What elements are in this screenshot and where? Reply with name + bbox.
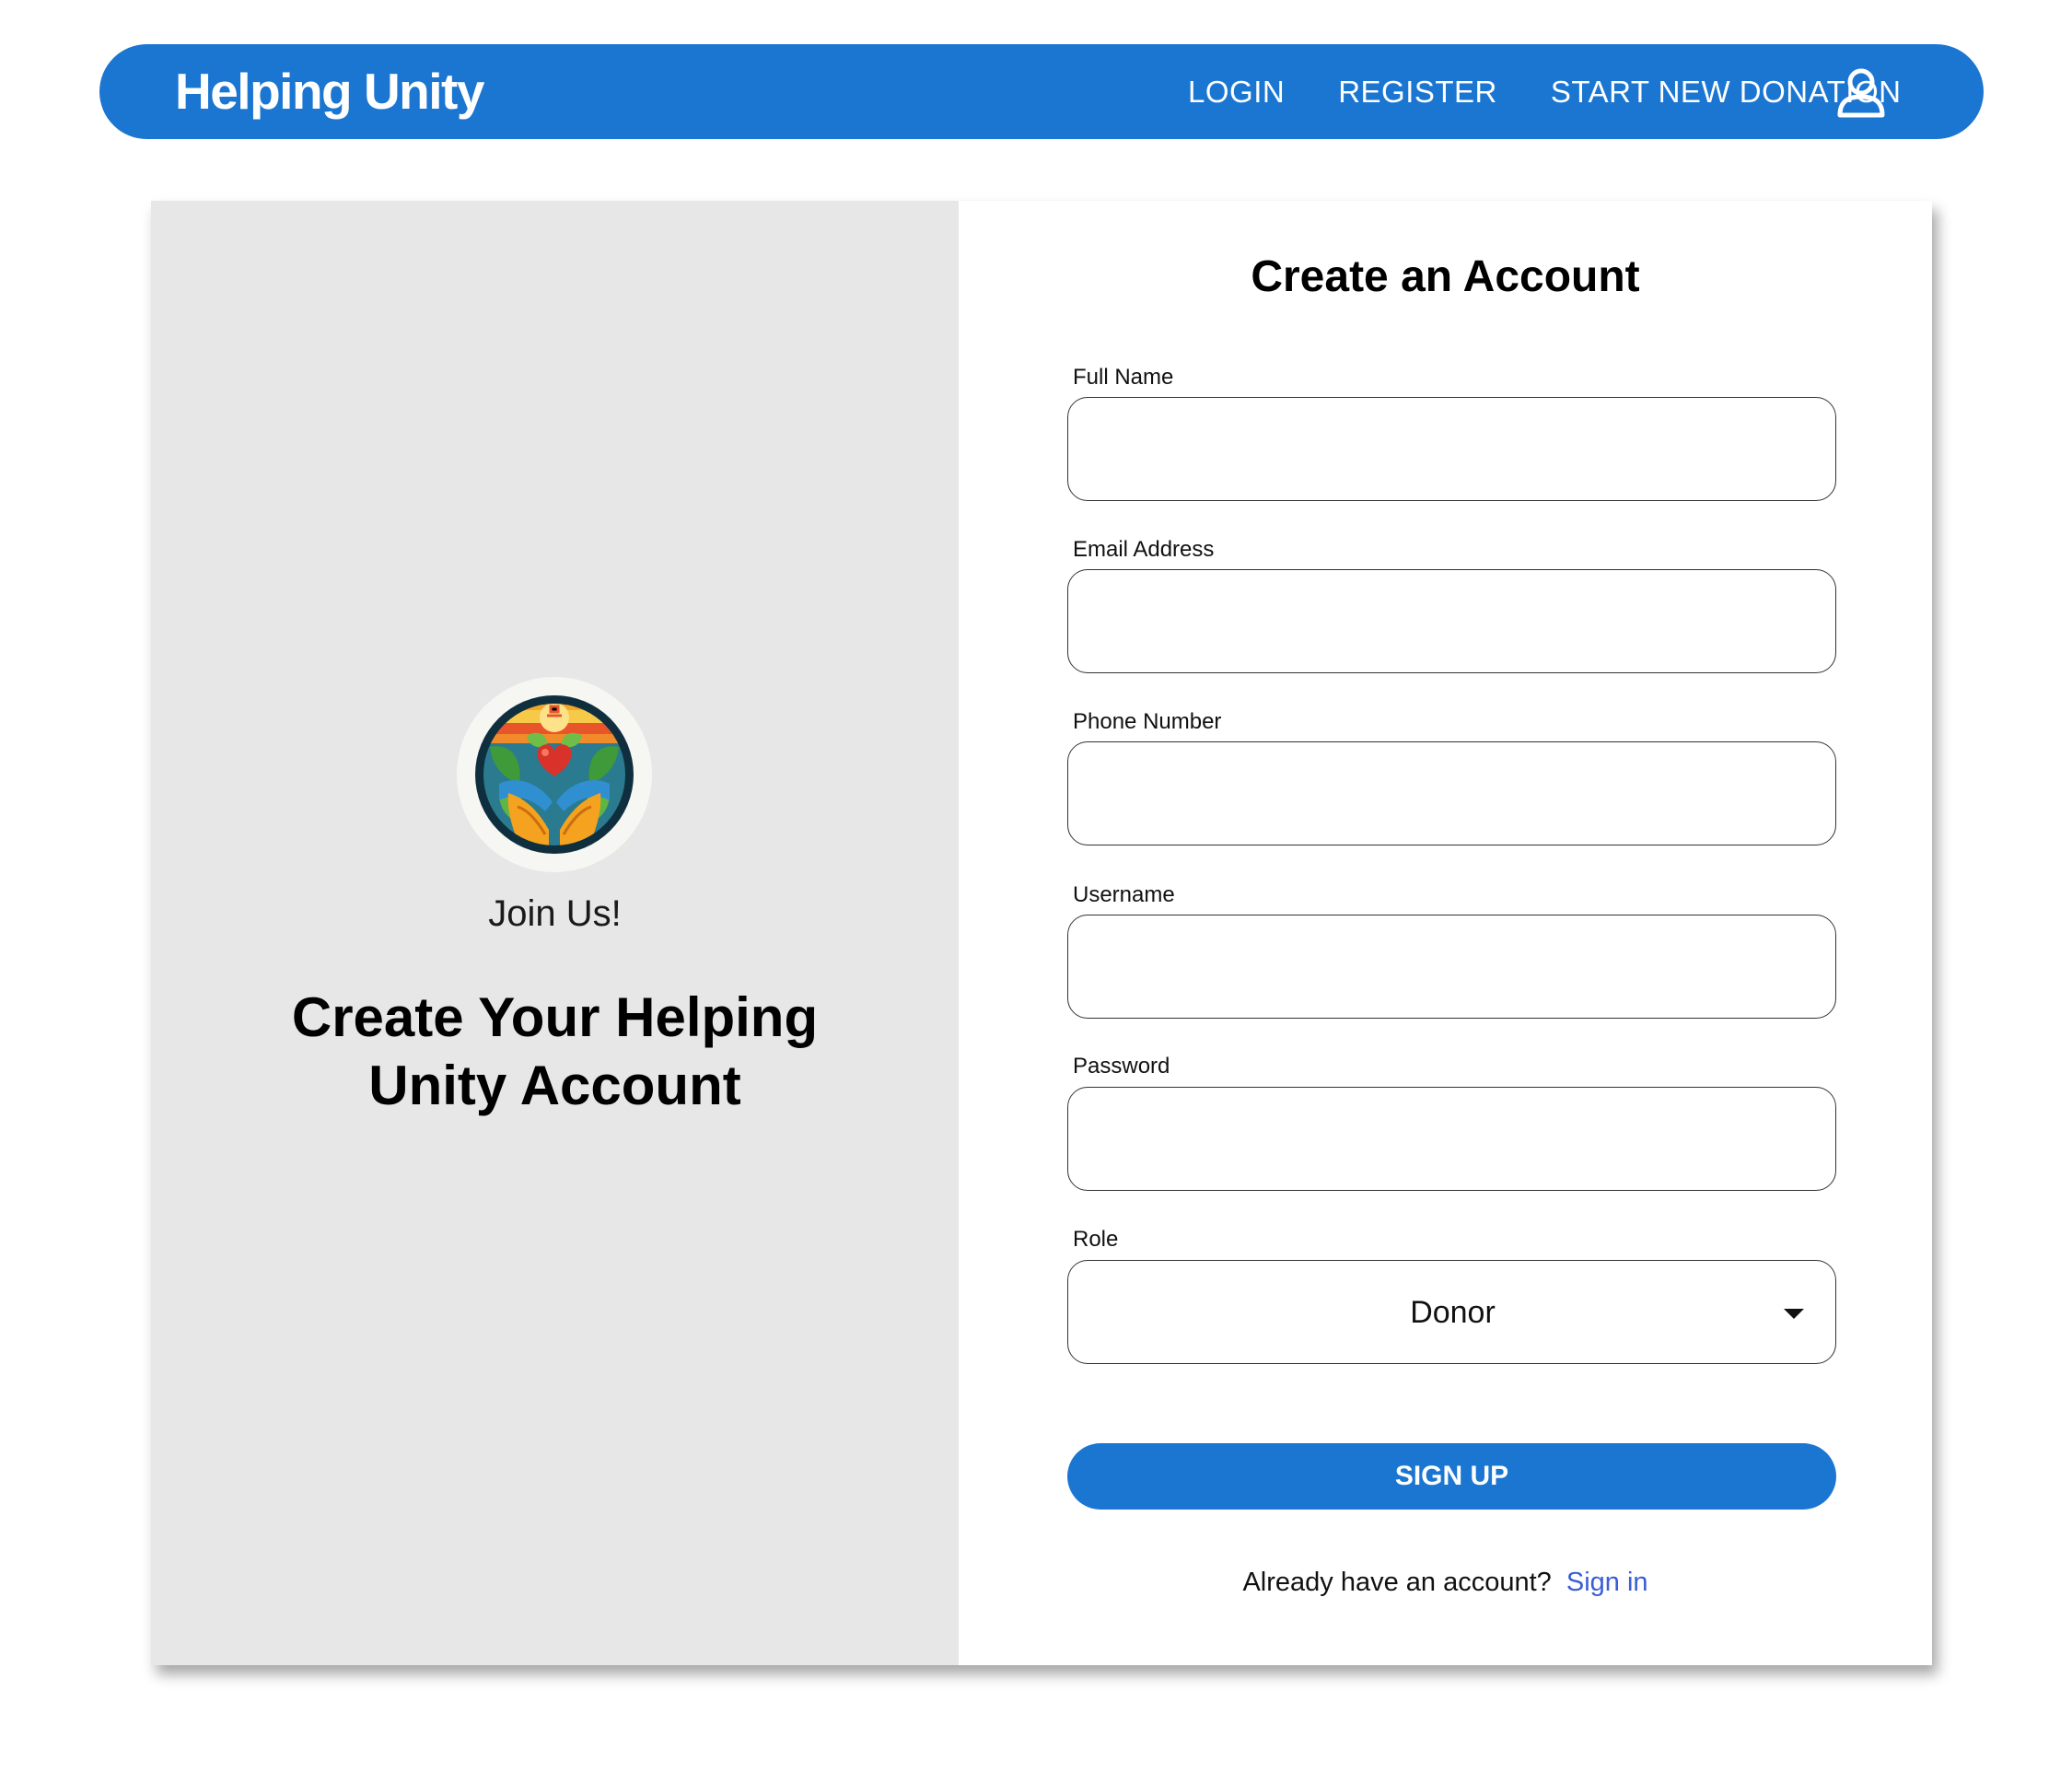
signin-prompt-row: Already have an account? Sign in	[959, 1568, 1932, 1598]
role-label: Role	[1073, 1227, 1119, 1252]
register-card: Join Us! Create Your Helping Unity Accou…	[151, 201, 1932, 1665]
register-form: Create an Account Full Name Email Addres…	[959, 201, 1932, 1665]
role-selected-value: Donor	[1410, 1295, 1496, 1330]
signin-prompt-text: Already have an account?	[1242, 1568, 1552, 1597]
top-navbar: Helping Unity LOGIN REGISTER START NEW D…	[99, 44, 1984, 139]
welcome-panel: Join Us! Create Your Helping Unity Accou…	[151, 201, 959, 1665]
form-title: Create an Account	[1251, 252, 1640, 301]
nav-login-link[interactable]: LOGIN	[1188, 75, 1285, 110]
email-label: Email Address	[1073, 537, 1215, 562]
welcome-title: Create Your Helping Unity Account	[291, 986, 819, 1116]
email-input[interactable]	[1067, 569, 1836, 673]
helping-hands-logo-icon	[457, 677, 652, 872]
phone-input[interactable]	[1067, 741, 1836, 845]
nav-register-link[interactable]: REGISTER	[1338, 75, 1497, 110]
full-name-input[interactable]	[1067, 397, 1836, 501]
username-label: Username	[1073, 882, 1175, 907]
full-name-label: Full Name	[1073, 365, 1174, 390]
password-input[interactable]	[1067, 1087, 1836, 1191]
sign-up-button[interactable]: SIGN UP	[1067, 1443, 1836, 1510]
user-icon[interactable]	[1835, 66, 1887, 118]
caret-down-icon	[1784, 1309, 1804, 1319]
phone-label: Phone Number	[1073, 709, 1222, 734]
username-input[interactable]	[1067, 915, 1836, 1019]
join-us-text: Join Us!	[488, 893, 622, 934]
password-label: Password	[1073, 1054, 1170, 1079]
role-select[interactable]: Donor	[1067, 1260, 1836, 1364]
nav-links: LOGIN REGISTER START NEW DONATION	[1188, 44, 1901, 139]
sign-in-link[interactable]: Sign in	[1566, 1568, 1648, 1597]
brand-logo-link[interactable]: Helping Unity	[175, 44, 484, 139]
